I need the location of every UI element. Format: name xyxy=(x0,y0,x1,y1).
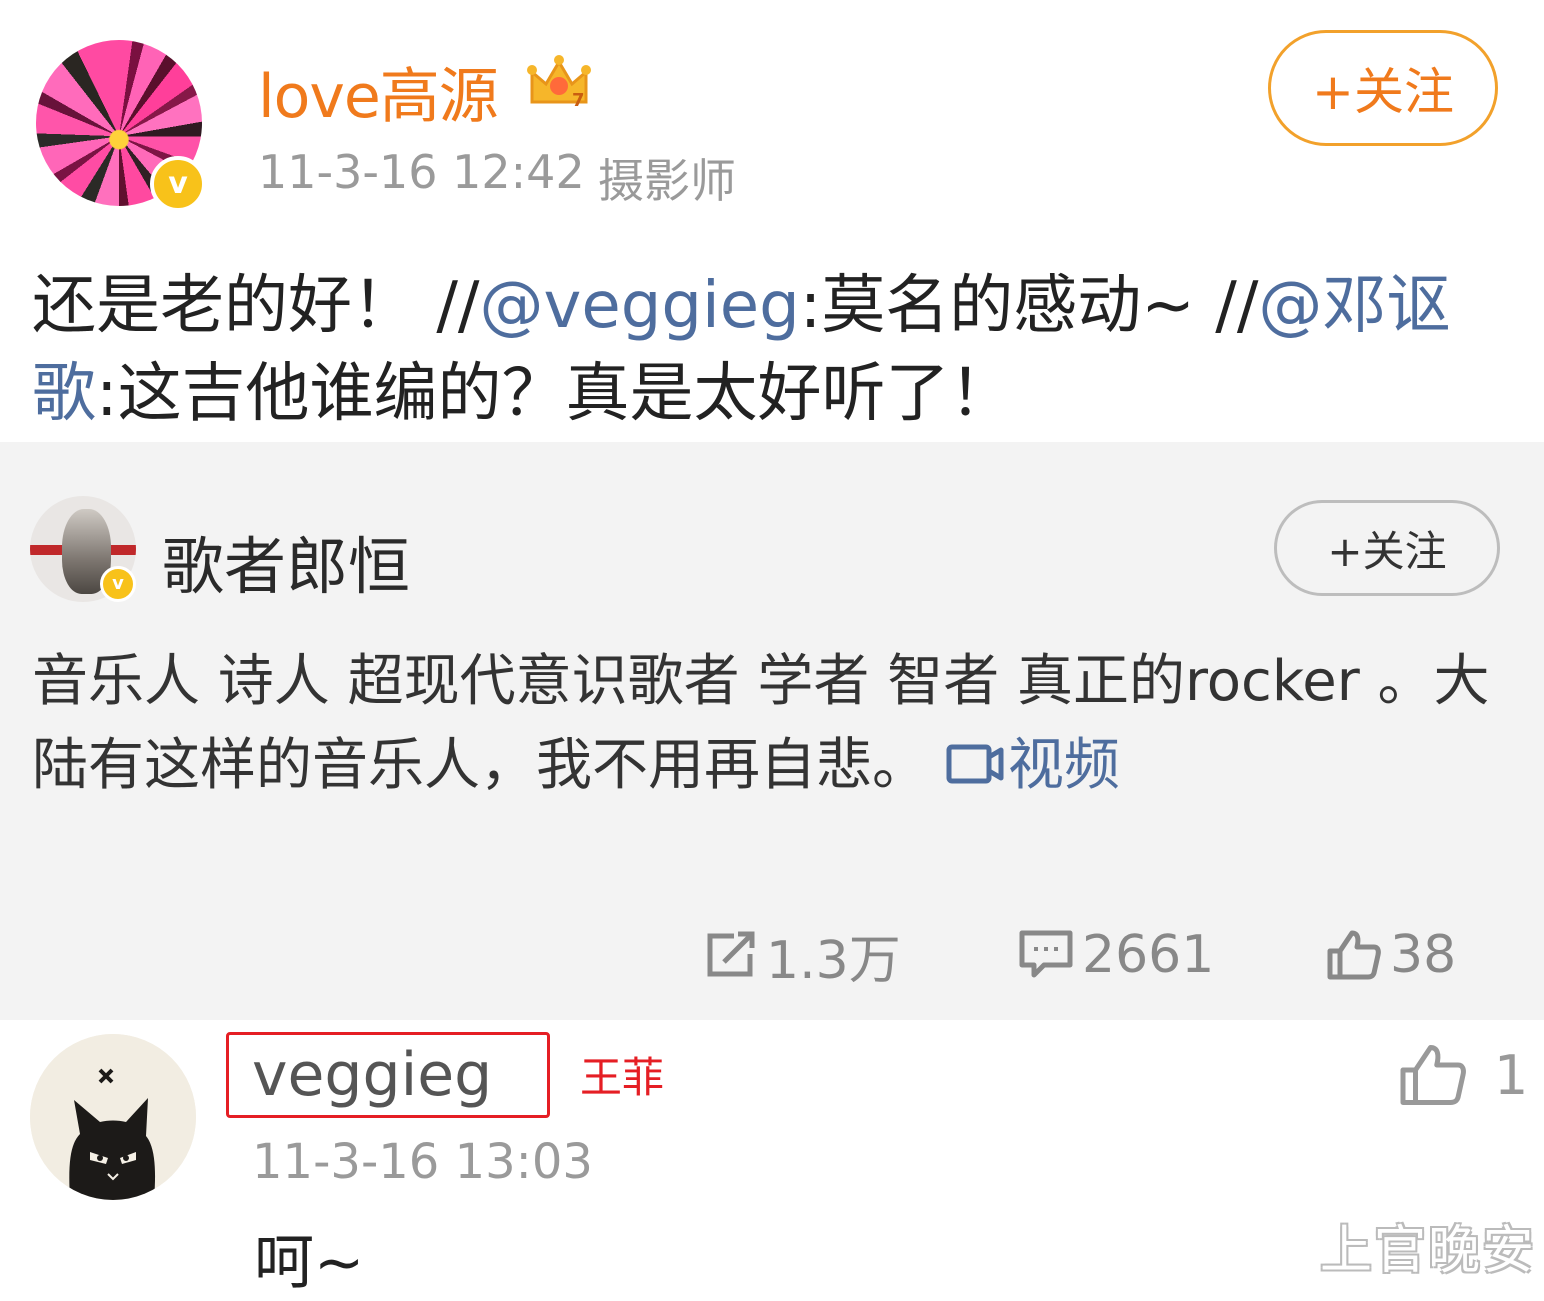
follow-button[interactable]: +关注 xyxy=(1274,500,1500,596)
cat-avatar-image xyxy=(30,1034,196,1200)
post-text-segment: 还是老的好！ // xyxy=(32,269,480,343)
watermark: 上官晚安 xyxy=(1320,1221,1537,1281)
follow-button[interactable]: +关注 xyxy=(1268,30,1498,146)
comment-timestamp: 11-3-16 13:03 xyxy=(252,1134,593,1190)
svg-text:7: 7 xyxy=(572,90,585,110)
post-body: 还是老的好！ //@veggieg:莫名的感动~ //@邓讴歌:这吉他谁编的？真… xyxy=(32,262,1512,438)
video-icon xyxy=(946,744,1004,784)
crown-icon: 7 xyxy=(527,55,591,110)
verified-icon: v xyxy=(150,156,206,212)
like-icon xyxy=(1400,1045,1466,1105)
like-count: 38 xyxy=(1390,925,1457,985)
post-text-segment: :莫名的感动~ // xyxy=(799,269,1259,343)
retweet-author-name[interactable]: 歌者郎恒 xyxy=(162,516,410,606)
video-link-label[interactable]: 视频 xyxy=(1008,733,1120,798)
post-source: 摄影师 xyxy=(598,154,736,208)
like-button[interactable]: 38 xyxy=(1326,924,1456,986)
comment-like-button[interactable]: 1 xyxy=(1398,1042,1528,1108)
repost-button[interactable]: 1.3万 xyxy=(704,924,901,991)
post-text-segment: :这吉他谁编的？真是太好听了！ xyxy=(96,357,1014,431)
annotation-label: 王菲 xyxy=(580,1053,665,1102)
comment-icon xyxy=(1019,930,1073,978)
comment-like-count: 1 xyxy=(1494,1043,1529,1107)
mention-link[interactable]: @veggieg xyxy=(479,269,799,343)
like-icon xyxy=(1327,930,1381,980)
comment-count: 2661 xyxy=(1082,925,1215,985)
avatar[interactable] xyxy=(30,1034,196,1200)
retweet-text: 音乐人 诗人 超现代意识歌者 学者 智者 真正的rocker 。大陆有这样的音乐… xyxy=(32,649,1490,798)
repost-icon xyxy=(707,931,755,977)
comment-author-name[interactable]: veggieg xyxy=(252,1040,492,1110)
retweet-body: 音乐人 诗人 超现代意识歌者 学者 智者 真正的rocker 。大陆有这样的音乐… xyxy=(32,640,1502,808)
repost-count: 1.3万 xyxy=(766,930,901,991)
post-author-name[interactable]: love高源 xyxy=(258,48,499,135)
video-link[interactable]: 视频 xyxy=(946,733,1120,798)
comment-button[interactable]: 2661 xyxy=(1018,924,1214,986)
verified-icon: v xyxy=(100,566,136,602)
comment-body: 呵~ xyxy=(254,1228,365,1298)
post-timestamp: 11-3-16 12:42 xyxy=(258,145,585,199)
